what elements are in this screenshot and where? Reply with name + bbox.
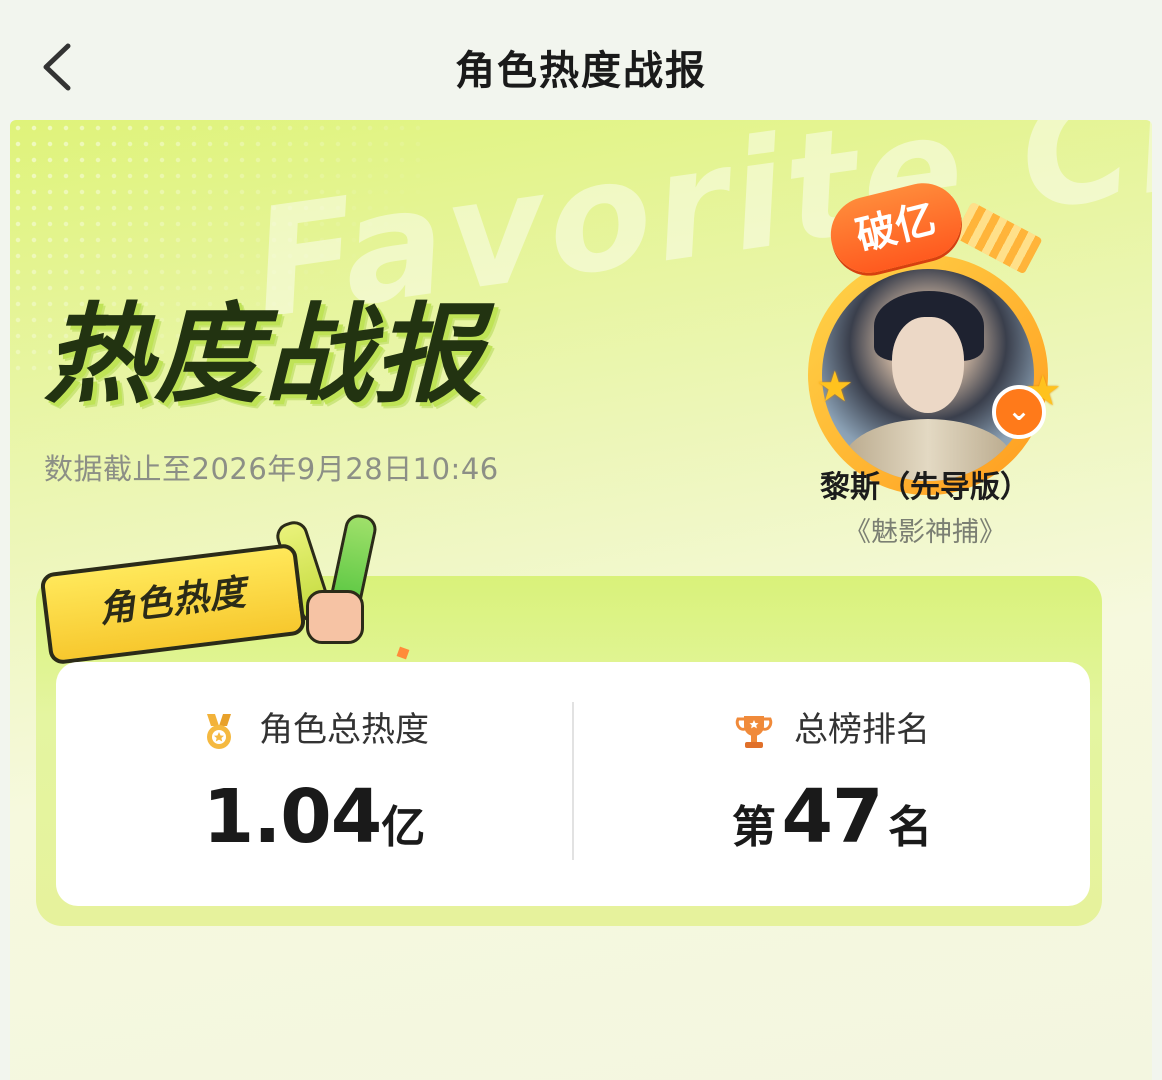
total-heat-stat: 角色总热度 1.04亿 <box>56 662 572 906</box>
data-timestamp: 数据截止至2026年9月28日10:46 <box>44 452 499 486</box>
rank-suffix: 名 <box>888 802 933 853</box>
medal-icon <box>199 712 239 752</box>
total-heat-unit: 亿 <box>381 802 426 853</box>
total-heat-label: 角色总热度 <box>259 710 429 750</box>
rank-prefix: 第 <box>731 802 776 853</box>
character-name: 黎斯（先导版） <box>820 470 1030 505</box>
page-title: 角色热度战报 <box>455 48 707 94</box>
drama-title: 《魅影神捕》 <box>844 517 1006 548</box>
overall-rank-label: 总榜排名 <box>794 710 930 750</box>
stats-card: 角色总热度 1.04亿 总榜排名 第 47 名 <box>56 662 1090 906</box>
chevron-down-icon[interactable]: ⌄ <box>992 385 1046 439</box>
overall-rank-value: 47 <box>781 774 884 860</box>
overall-rank-stat: 总榜排名 第 47 名 <box>574 662 1090 906</box>
star-icon: ★ <box>816 362 854 411</box>
total-heat-value: 1.04 <box>202 774 383 860</box>
trophy-icon <box>734 712 774 752</box>
hero-title: 热度战报 <box>44 293 485 418</box>
top-nav-bar: 角色热度战报 <box>0 0 1162 120</box>
fist-icon <box>306 590 364 644</box>
